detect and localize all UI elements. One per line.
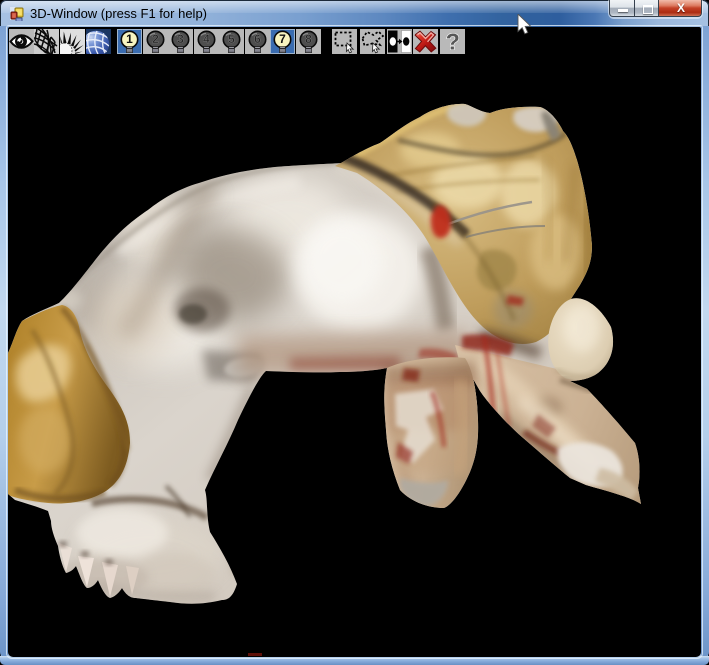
svg-text:8: 8: [305, 32, 312, 46]
svg-text:1: 1: [126, 32, 133, 46]
svg-text:4: 4: [203, 32, 210, 46]
svg-text:2: 2: [152, 32, 159, 46]
svg-text:5: 5: [228, 32, 235, 46]
svg-text:6: 6: [254, 32, 261, 46]
svg-text:3: 3: [177, 32, 184, 46]
svg-text:?: ?: [446, 29, 460, 54]
svg-text:7: 7: [279, 32, 286, 46]
